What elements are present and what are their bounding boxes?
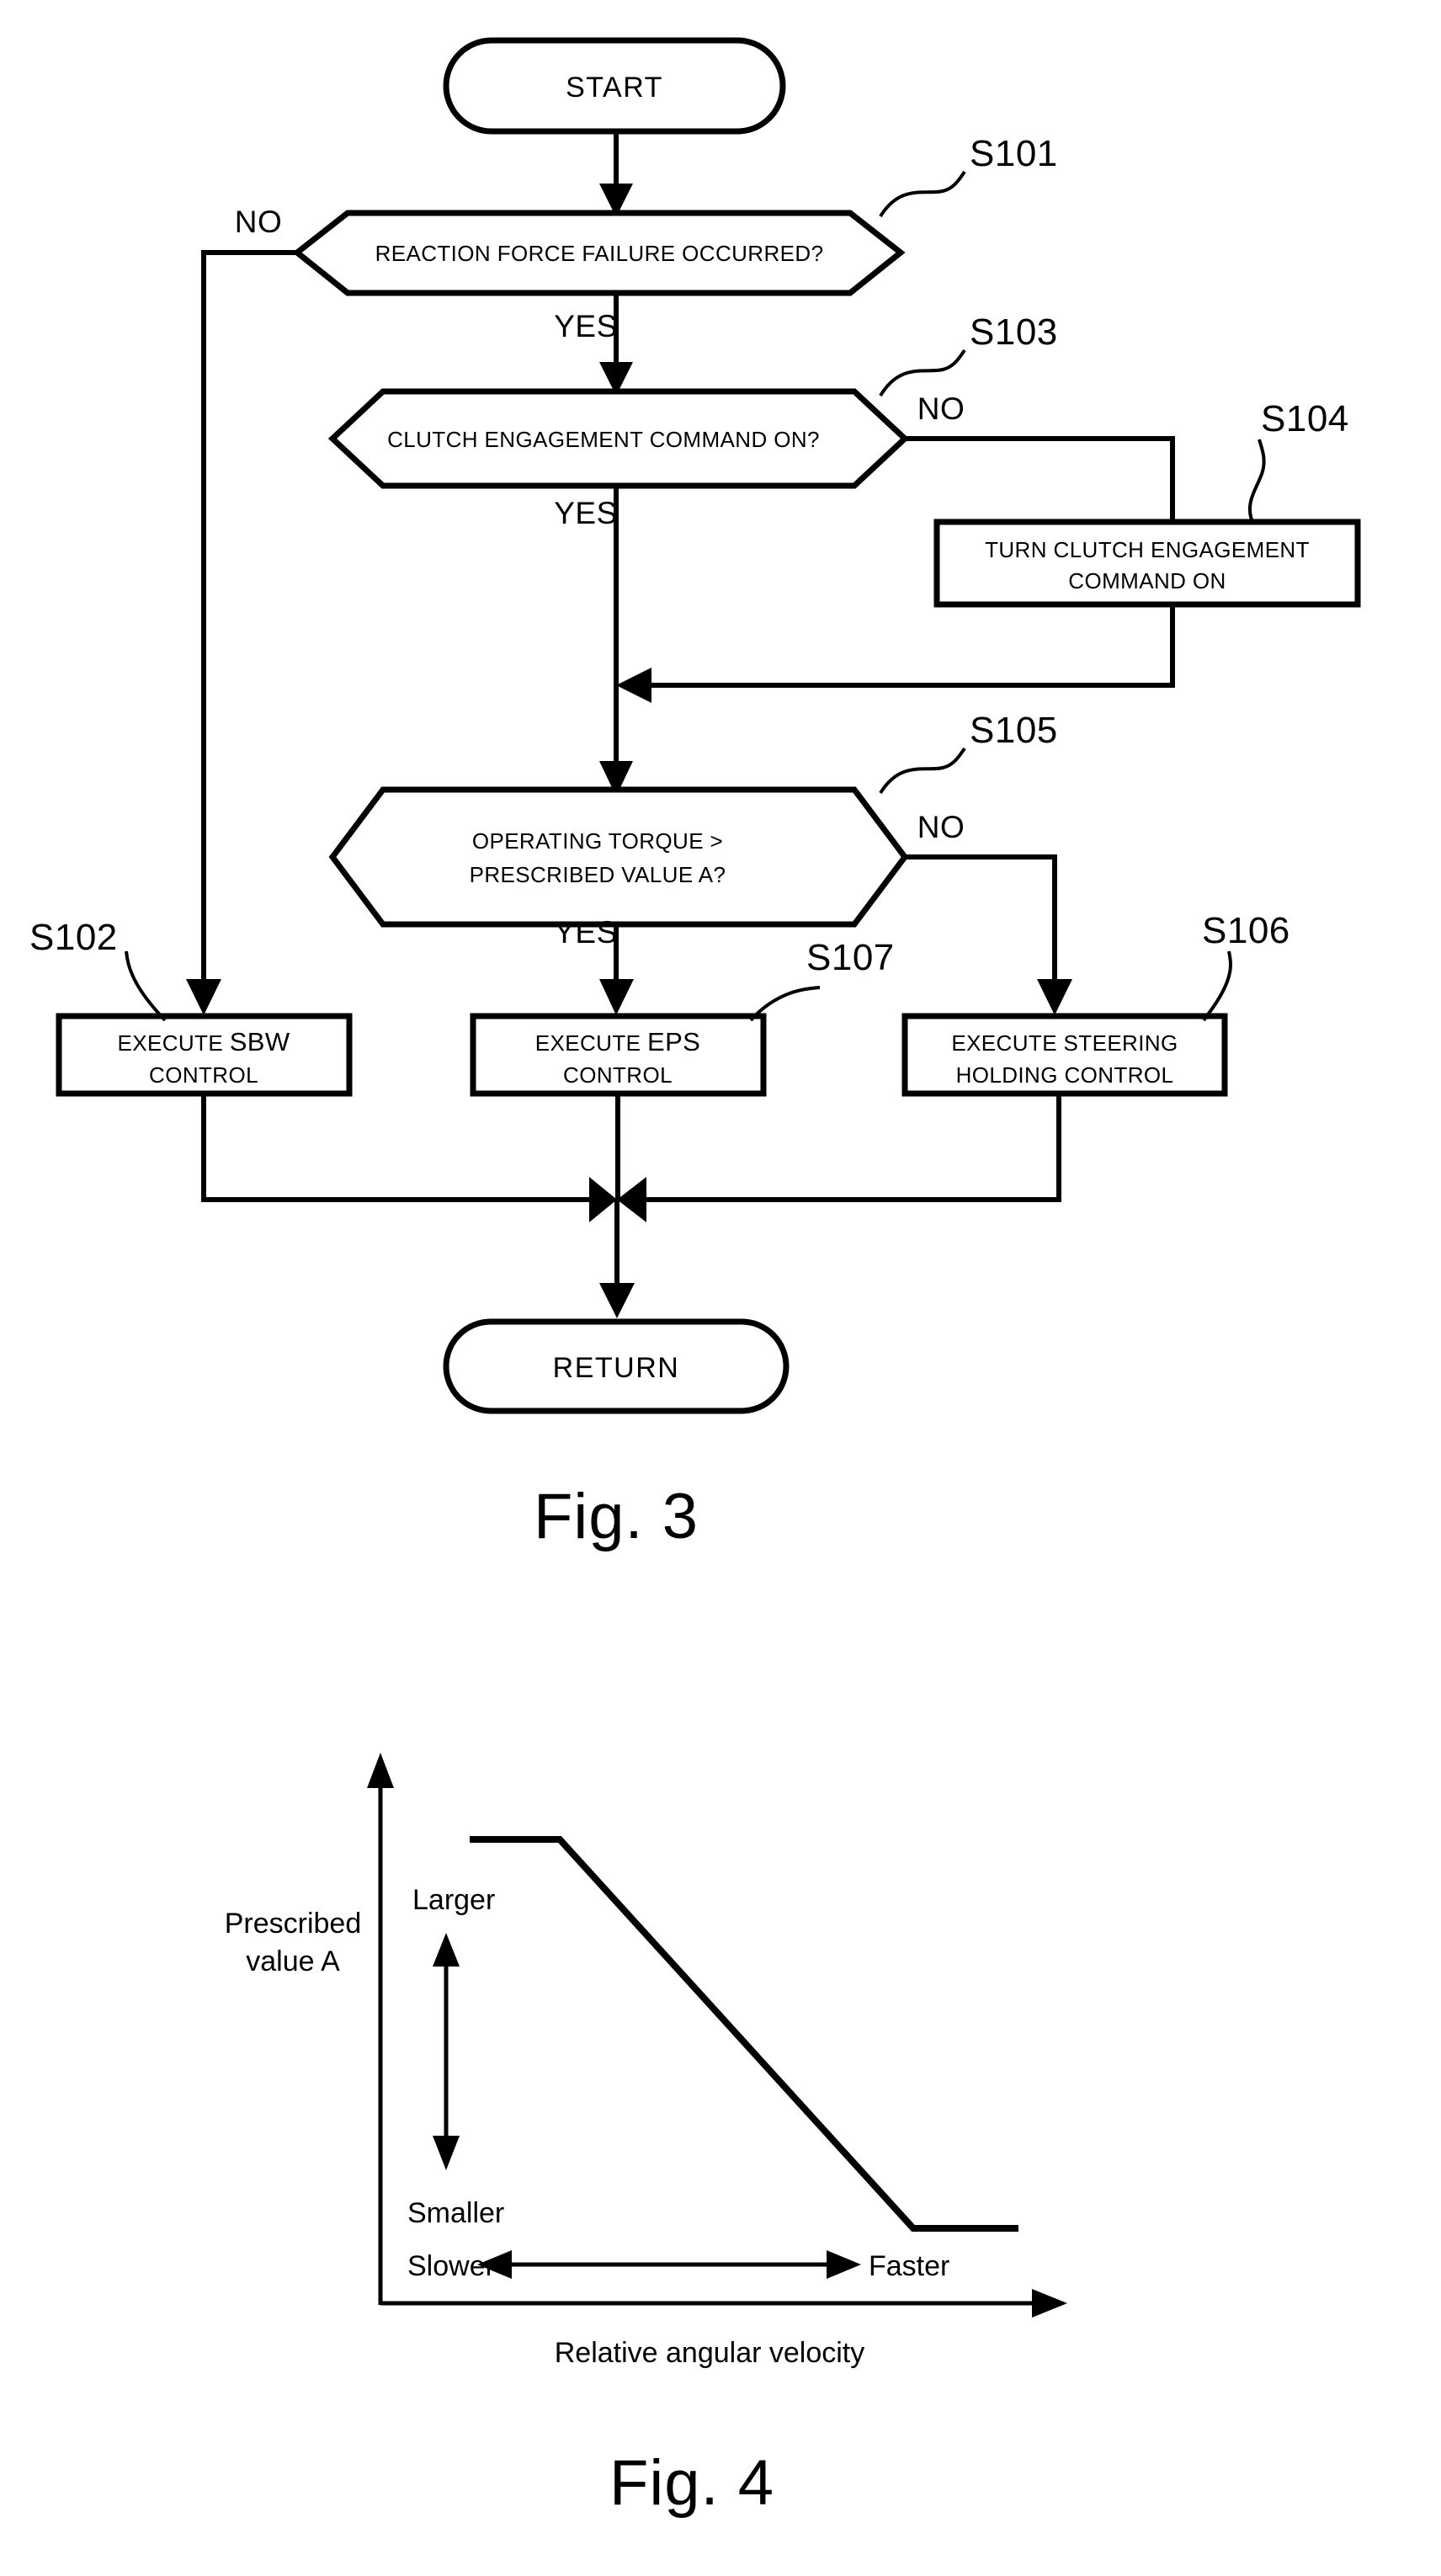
connector-s101-no-to-s102 xyxy=(201,250,297,998)
s105-decision-label-line2: PRESCRIBED VALUE A? xyxy=(470,862,726,887)
arrowhead-s105-no-to-s106 xyxy=(1037,979,1072,1015)
chart-characteristic-curve xyxy=(470,1836,1018,2232)
connector-s102-to-merge xyxy=(201,1094,589,1202)
s105-decision-shape xyxy=(328,786,909,928)
chart-larger-arrowhead xyxy=(433,1933,460,1967)
s103-leader-line xyxy=(879,349,966,397)
figure-canvas: START REACTION FORCE FAILURE OCCURRED? S… xyxy=(29,37,1361,2519)
s101-no-branch-label: NO xyxy=(235,205,283,239)
s102-leader-line xyxy=(125,950,167,1022)
s103-decision-label: CLUTCH ENGAGEMENT COMMAND ON? xyxy=(387,427,820,452)
arrowhead-s104-to-spine xyxy=(616,668,651,703)
connector-s105-no-to-s106 xyxy=(905,854,1057,998)
s105-decision-label-line1: OPERATING TORQUE > xyxy=(472,828,723,854)
s102-label-emphasis: SBW xyxy=(230,1027,290,1056)
chart-y-axis-arrowhead xyxy=(367,1753,394,1788)
arrowhead-s105-yes-to-s107 xyxy=(599,979,634,1015)
chart-x-axis-label: Relative angular velocity xyxy=(555,2337,865,2369)
s106-step-label: S106 xyxy=(1202,910,1290,951)
s105-yes-branch-label: YES xyxy=(554,915,618,950)
s105-step-label: S105 xyxy=(970,710,1058,751)
chart-larger-annotation: Larger xyxy=(412,1884,495,1916)
connector-s103-no-to-s104 xyxy=(905,436,1175,522)
s101-decision-label: REACTION FORCE FAILURE OCCURRED? xyxy=(375,241,824,266)
chart-speed-arrowhead-right xyxy=(827,2250,861,2279)
connector-s106-to-merge xyxy=(646,1094,1061,1202)
chart-smaller-annotation: Smaller xyxy=(407,2197,504,2229)
s107-label-emphasis: EPS xyxy=(647,1027,700,1056)
s104-step-label: S104 xyxy=(1261,398,1349,439)
s103-yes-branch-label: YES xyxy=(554,496,618,530)
s106-process-label-line2: HOLDING CONTROL xyxy=(956,1062,1174,1088)
s105-leader-line xyxy=(879,747,966,795)
s107-step-label: S107 xyxy=(806,937,895,978)
arrowhead-s101-no-to-s102 xyxy=(186,979,221,1015)
chart-y-axis-label-line1: Prescribed xyxy=(225,1908,362,1940)
connector-s104-to-spine xyxy=(633,604,1175,688)
figure-4-caption: Fig. 4 xyxy=(609,2447,774,2519)
s104-process-label-line2: COMMAND ON xyxy=(1068,568,1226,593)
figure-3-group: START REACTION FORCE FAILURE OCCURRED? S… xyxy=(29,37,1361,1552)
s103-step-label: S103 xyxy=(970,311,1058,353)
s107-process-label-line1: EXECUTE EPS xyxy=(535,1027,700,1056)
s101-yes-branch-label: YES xyxy=(554,309,618,343)
s101-leader-line xyxy=(879,170,966,218)
figure-3-caption: Fig. 3 xyxy=(534,1481,699,1552)
s102-process-label-line2: CONTROL xyxy=(149,1062,258,1088)
arrowhead-merge-to-return xyxy=(599,1283,635,1318)
s106-leader-line xyxy=(1202,950,1232,1022)
chart-smaller-arrowhead xyxy=(433,2136,460,2170)
s107-process-label-line2: CONTROL xyxy=(563,1062,673,1088)
s102-label-prefix: EXECUTE xyxy=(117,1030,229,1056)
patent-figure-sheet: START REACTION FORCE FAILURE OCCURRED? S… xyxy=(0,0,1441,2576)
chart-x-axis-arrowhead xyxy=(1032,2289,1067,2318)
chart-faster-annotation: Faster xyxy=(869,2250,949,2282)
arrowhead-merge-from-left xyxy=(589,1177,617,1222)
chart-y-axis-label-line2: value A xyxy=(246,1945,340,1977)
s107-label-prefix: EXECUTE xyxy=(535,1030,647,1056)
s104-leader-line xyxy=(1247,439,1266,523)
s106-process-label-line1: EXECUTE STEERING xyxy=(951,1030,1178,1056)
figure-4-group: Prescribed value A Relative angular velo… xyxy=(225,1753,1067,2519)
s102-process-label-line1: EXECUTE SBW xyxy=(117,1027,290,1056)
return-terminal-label: RETURN xyxy=(553,1352,680,1384)
start-terminal-label: START xyxy=(566,72,663,104)
s101-step-label: S101 xyxy=(970,133,1058,174)
arrowhead-merge-from-right xyxy=(617,1177,646,1222)
s105-no-branch-label: NO xyxy=(917,810,965,844)
s102-step-label: S102 xyxy=(29,917,118,958)
s104-process-label-line1: TURN CLUTCH ENGAGEMENT xyxy=(985,537,1310,562)
s103-no-branch-label: NO xyxy=(917,391,965,426)
